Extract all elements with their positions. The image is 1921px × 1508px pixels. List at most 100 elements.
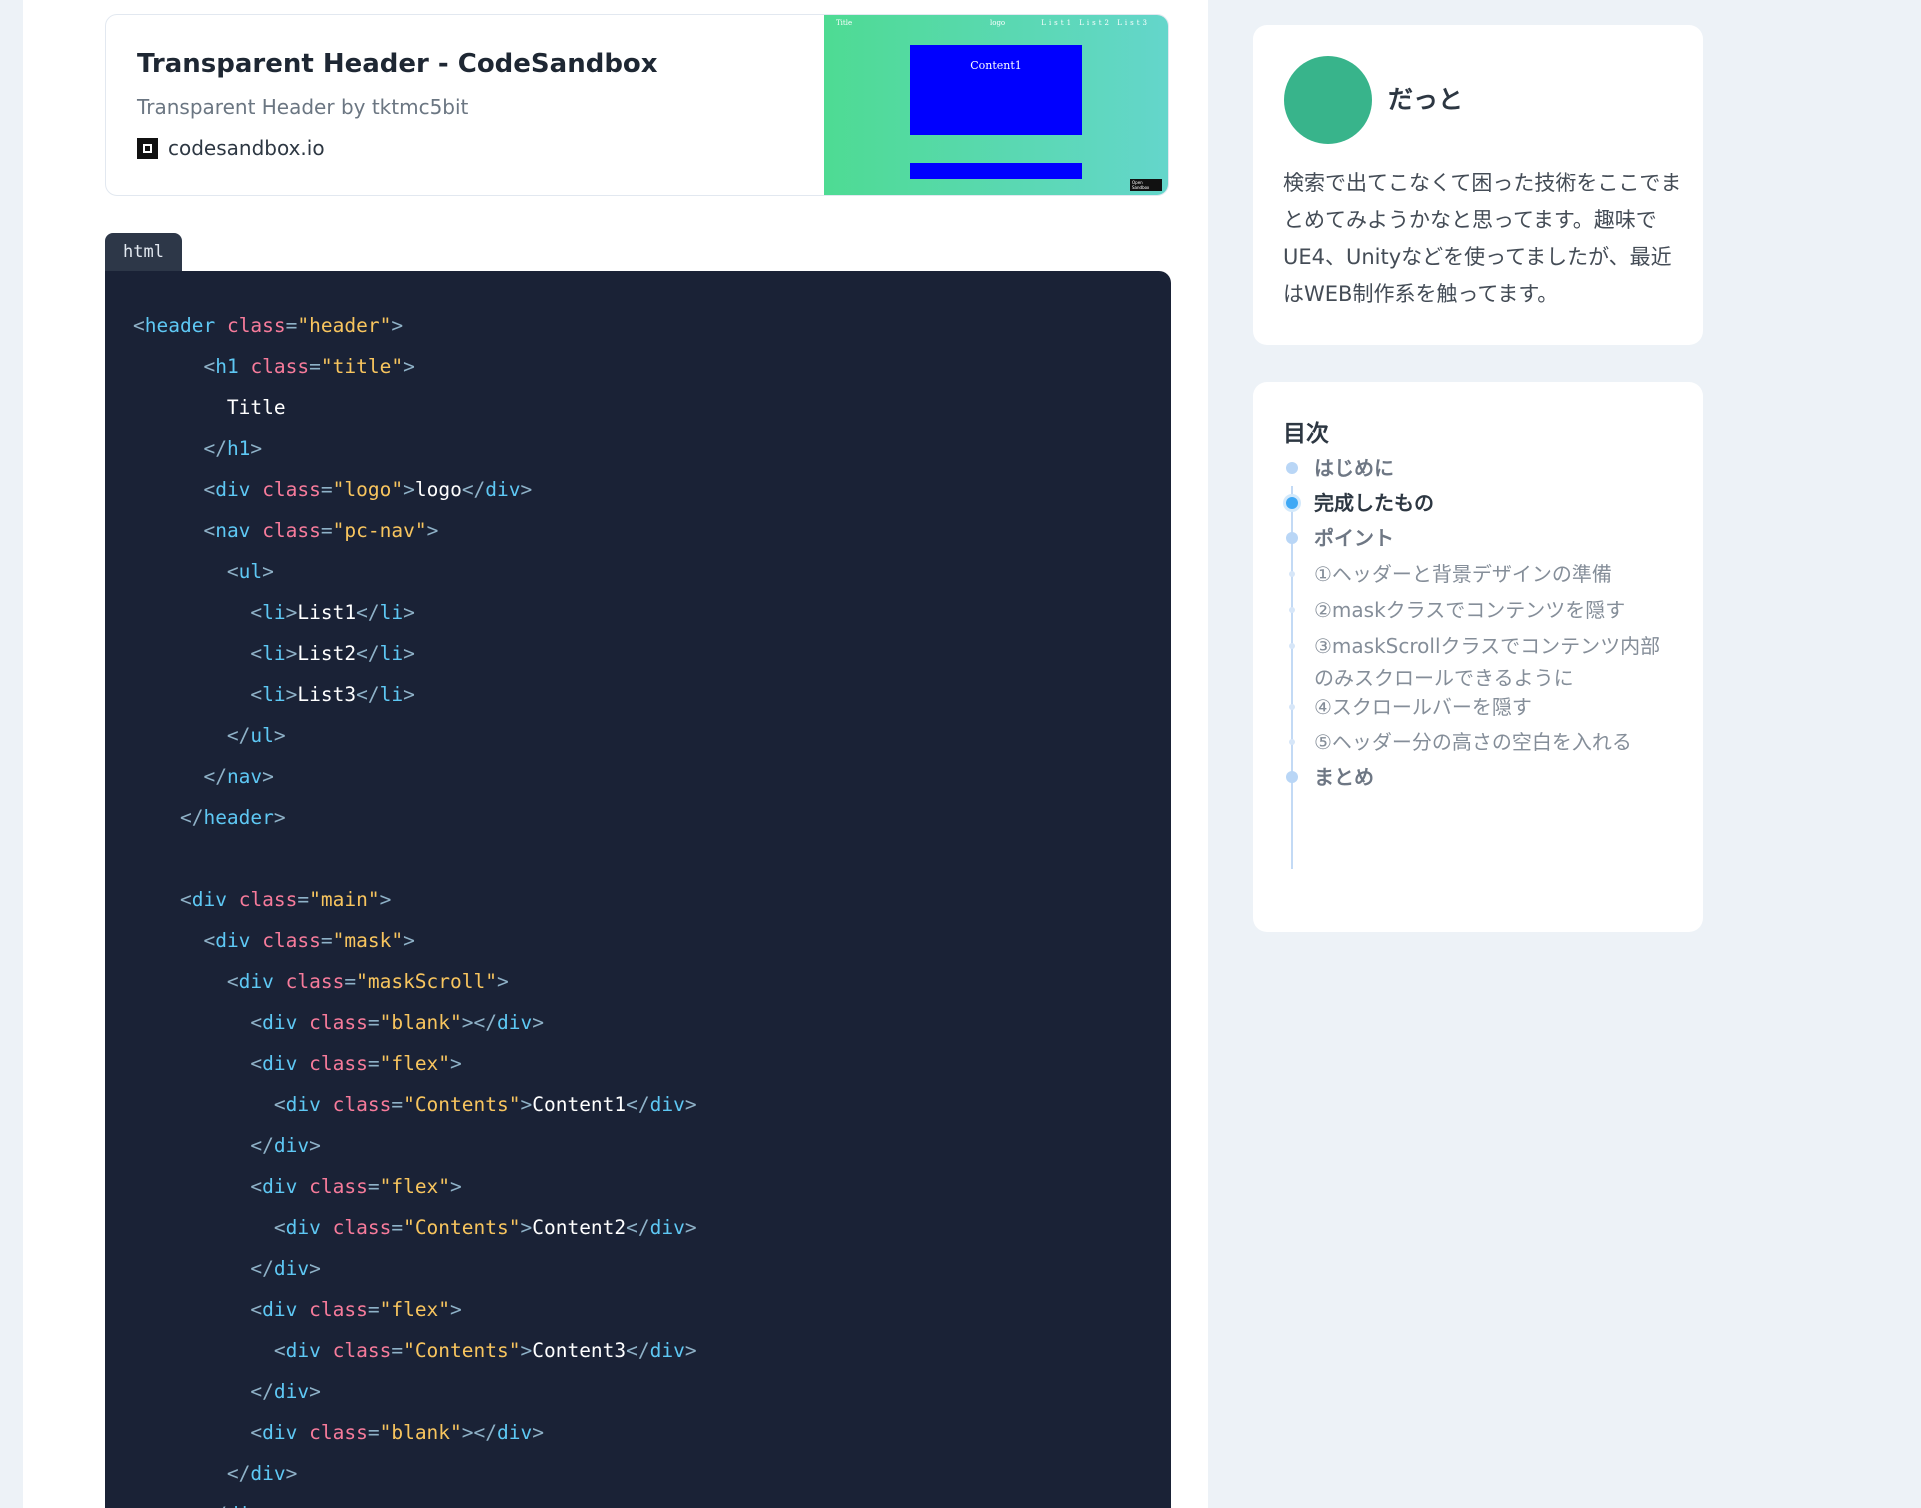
toc-dot-icon: [1286, 771, 1298, 783]
code-punctuation: </: [356, 683, 380, 706]
code-string: "flex": [379, 1052, 451, 1075]
code-attribute: class: [332, 1093, 392, 1116]
code-punctuation: =: [367, 1052, 380, 1075]
code-punctuation: <: [133, 314, 145, 337]
profile-bio: 検索で出てこなくて困った技術をここでまとめてみようかなと思ってます。趣味でUE4…: [1283, 171, 1682, 306]
link-card-description: Transparent Header by tktmc5bit: [137, 95, 469, 119]
code-punctuation: <: [250, 642, 263, 665]
code-string: "main": [309, 888, 380, 911]
thumbnail-nav: List1 List2 List3: [1041, 19, 1150, 27]
code-punctuation: >: [450, 1175, 462, 1198]
code-punctuation: <: [250, 1011, 263, 1034]
code-tag-name: ul: [250, 724, 274, 747]
code-attribute: class: [332, 1339, 392, 1362]
avatar[interactable]: [1284, 56, 1372, 144]
code-block[interactable]: <header class="header"> <h1 class="title…: [105, 271, 1171, 1508]
code-tag-name: div: [497, 1421, 533, 1444]
toc-dot-icon: [1289, 643, 1295, 649]
code-tag-name: div: [191, 888, 227, 911]
code-punctuation: </: [250, 1380, 274, 1403]
toc-item-label: ⑤ヘッダー分の高さの空白を入れる: [1314, 730, 1632, 754]
code-text: logo: [414, 478, 462, 501]
toc-dot-icon: [1289, 607, 1295, 613]
code-string: "flex": [379, 1175, 451, 1198]
code-attribute: class: [250, 355, 310, 378]
code-tag-name: h1: [226, 437, 251, 460]
code-tag-name: div: [227, 1503, 262, 1508]
link-card[interactable]: Transparent Header - CodeSandbox Transpa…: [105, 14, 1169, 196]
code-tag-name: li: [262, 642, 286, 665]
code-text: Content1: [532, 1093, 627, 1116]
code-punctuation: >: [497, 970, 509, 993]
code-line: <div class="Contents">Content1</div>: [133, 1084, 697, 1125]
code-punctuation: </: [626, 1216, 650, 1239]
code-line: <div class="Contents">Content2</div>: [133, 1207, 697, 1248]
code-punctuation: =: [391, 1339, 404, 1362]
code-line: <div class="maskScroll">: [133, 961, 697, 1002]
code-attribute: class: [332, 1216, 392, 1239]
code-punctuation: >: [403, 642, 415, 665]
code-line: </header>: [133, 797, 697, 838]
toc-item-label: ③maskScrollクラスでコンテンツ内部のみスクロールできるように: [1314, 634, 1661, 690]
code-punctuation: <: [250, 1175, 263, 1198]
code-string: "maskScroll": [356, 970, 497, 993]
code-punctuation: <: [203, 519, 216, 542]
code-tag-name: div: [649, 1093, 685, 1116]
code-punctuation: >: [273, 806, 286, 829]
code-punctuation: >: [403, 355, 415, 378]
code-punctuation: <: [203, 929, 216, 952]
code-attribute: class: [262, 478, 321, 501]
code-string: "Contents": [403, 1339, 521, 1362]
code-text: Content3: [532, 1339, 627, 1362]
code-punctuation: >: [285, 601, 298, 624]
code-line: </div>: [133, 1453, 697, 1494]
code-line: <div class="main">: [133, 879, 697, 920]
code-line: <div class="blank"></div>: [133, 1002, 697, 1043]
code-attribute: class: [309, 1298, 368, 1321]
codesandbox-favicon-icon: [137, 137, 158, 159]
code-punctuation: <: [226, 560, 239, 583]
thumbnail-title: Title: [836, 19, 853, 27]
code-tag-name: div: [497, 1011, 533, 1034]
code-tag-name: li: [379, 642, 404, 665]
code-line: <div class="flex">: [133, 1043, 697, 1084]
code-tag-name: div: [273, 1134, 310, 1157]
code-line: <div class="Contents">Content3</div>: [133, 1330, 697, 1371]
profile-name[interactable]: だっと: [1388, 80, 1463, 116]
code-text: Title: [133, 396, 286, 419]
code-line: <div class="logo">logo</div>: [133, 469, 697, 510]
code-tag-name: div: [262, 1052, 298, 1075]
code-punctuation: >: [273, 724, 286, 747]
code-punctuation: <: [179, 888, 192, 911]
code-punctuation: <: [226, 970, 239, 993]
code-punctuation: >: [391, 314, 404, 337]
code-line: <li>List3</li>: [133, 674, 697, 715]
code-tag-name: li: [262, 601, 286, 624]
toc-item-label: ポイント: [1314, 526, 1394, 550]
code-text: List1: [297, 601, 357, 624]
page: Transparent Header - CodeSandbox Transpa…: [0, 0, 1921, 1508]
toc-item-label: ④スクロールバーを隠す: [1314, 695, 1532, 719]
code-attribute: class: [309, 1421, 368, 1444]
code-line: </nav>: [133, 756, 697, 797]
toc-dot-icon: [1289, 704, 1295, 710]
code-attribute: class: [238, 888, 298, 911]
